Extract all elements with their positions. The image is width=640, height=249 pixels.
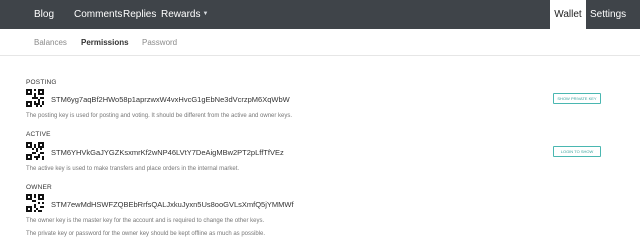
nav-rewards[interactable]: Rewards ▼ bbox=[161, 0, 208, 29]
tab-balances[interactable]: Balances bbox=[34, 29, 67, 56]
active-heading: ACTIVE bbox=[26, 131, 51, 138]
posting-public-key: STM6yg7aqBf2HWo58p1aprzwxW4vxHvcG1gEbNe3… bbox=[51, 95, 290, 104]
wallet-subnav: Balances Permissions Password bbox=[0, 29, 640, 56]
active-public-key: STM6YHVkGaJYGZKsxmrKf2wNP46LVtY7DeAigMBw… bbox=[51, 148, 284, 157]
posting-qr-code-icon[interactable] bbox=[26, 89, 44, 107]
login-to-show-button[interactable]: LOGIN TO SHOW bbox=[553, 146, 601, 157]
posting-heading: POSTING bbox=[26, 79, 57, 86]
owner-public-key: STM7ewMdHSWFZQBEbRrfsQALJxkuJyxn5Us8ooGV… bbox=[51, 200, 294, 209]
chevron-down-icon: ▼ bbox=[202, 11, 209, 17]
owner-qr-code-icon[interactable] bbox=[26, 194, 44, 212]
owner-heading: OWNER bbox=[26, 184, 52, 191]
posting-description: The posting key is used for posting and … bbox=[26, 113, 293, 119]
nav-comments[interactable]: Comments bbox=[74, 0, 122, 29]
active-qr-code-icon[interactable] bbox=[26, 142, 44, 160]
nav-wallet[interactable]: Wallet bbox=[550, 0, 586, 29]
nav-rewards-label: Rewards bbox=[161, 9, 201, 20]
nav-replies[interactable]: Replies bbox=[123, 0, 156, 29]
tab-password[interactable]: Password bbox=[142, 29, 177, 56]
nav-blog[interactable]: Blog bbox=[34, 0, 54, 29]
show-private-key-button[interactable]: SHOW PRIVATE KEY bbox=[553, 93, 601, 104]
nav-settings[interactable]: Settings bbox=[590, 0, 626, 29]
top-navbar: Blog Comments Replies Rewards ▼ Wallet Se… bbox=[0, 0, 640, 29]
active-description: The active key is used to make transfers… bbox=[26, 166, 240, 172]
owner-description: The owner key is the master key for the … bbox=[26, 218, 265, 224]
tab-permissions[interactable]: Permissions bbox=[81, 29, 129, 56]
owner-offline-note: The private key or password for the owne… bbox=[26, 231, 266, 237]
